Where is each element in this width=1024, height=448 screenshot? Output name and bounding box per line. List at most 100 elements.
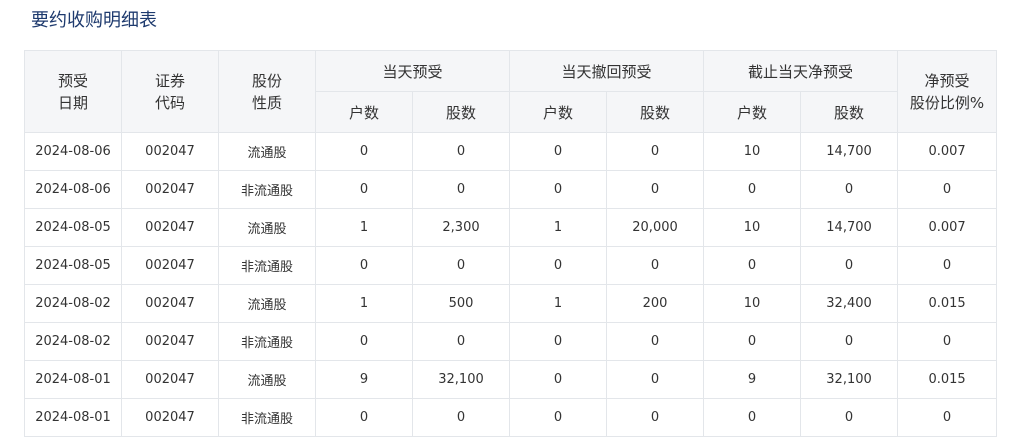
cell-today-shares: 500 [411, 284, 511, 323]
header-group-today: 当天预受 [314, 50, 511, 92]
cell-nature: 流通股 [218, 284, 316, 323]
cell-withdraw-households: 1 [509, 284, 608, 323]
cell-net-shares: 0 [800, 398, 899, 437]
page-title: 要约收购明细表 [31, 10, 157, 31]
cell-date: 2024-08-06 [24, 170, 122, 209]
header-group-withdraw: 当天撤回预受 [509, 50, 705, 92]
cell-net-shares: 32,400 [800, 284, 899, 323]
cell-today-households: 9 [315, 360, 413, 399]
cell-ratio: 0.007 [897, 132, 998, 171]
cell-withdraw-shares: 20,000 [606, 208, 705, 247]
header-nature-line1: 股份 [251, 71, 282, 90]
cell-code: 002047 [121, 246, 219, 285]
header-ratio-line2: 股份比例% [909, 93, 985, 112]
cell-today-shares: 2,300 [411, 208, 511, 247]
cell-withdraw-households: 1 [509, 208, 608, 247]
table-row: 2024-08-01 002047 流通股 9 32,100 0 0 9 32,… [24, 360, 998, 399]
cell-ratio: 0 [897, 322, 998, 361]
header-code-line2: 代码 [154, 93, 185, 112]
cell-withdraw-households: 0 [509, 170, 608, 209]
cell-ratio: 0 [897, 246, 998, 285]
table-row: 2024-08-05 002047 流通股 1 2,300 1 20,000 1… [24, 208, 998, 247]
cell-today-households: 0 [315, 322, 413, 361]
header-date-line1: 预受 [57, 71, 88, 90]
header-net-households: 户数 [703, 91, 802, 133]
cell-code: 002047 [121, 208, 219, 247]
cell-ratio: 0 [897, 170, 998, 209]
cell-net-shares: 14,700 [800, 132, 899, 171]
cell-today-households: 0 [315, 398, 413, 437]
cell-net-shares: 0 [800, 170, 899, 209]
cell-ratio: 0.015 [897, 360, 998, 399]
cell-nature: 流通股 [218, 360, 316, 399]
cell-withdraw-shares: 0 [606, 170, 705, 209]
cell-net-households: 0 [703, 170, 802, 209]
cell-net-shares: 0 [800, 322, 899, 361]
cell-nature: 非流通股 [218, 246, 316, 285]
cell-date: 2024-08-06 [24, 132, 122, 171]
cell-today-shares: 0 [411, 246, 511, 285]
cell-ratio: 0.007 [897, 208, 998, 247]
cell-net-households: 10 [703, 284, 802, 323]
cell-code: 002047 [121, 322, 219, 361]
header-withdraw-households: 户数 [509, 91, 608, 133]
cell-withdraw-shares: 200 [606, 284, 705, 323]
cell-today-shares: 0 [411, 322, 511, 361]
cell-net-households: 0 [703, 398, 802, 437]
table-row: 2024-08-05 002047 非流通股 0 0 0 0 0 0 0 [24, 246, 998, 285]
cell-date: 2024-08-05 [24, 208, 122, 247]
cell-nature: 非流通股 [218, 170, 316, 209]
header-nature: 股份 性质 [218, 50, 316, 133]
cell-code: 002047 [121, 170, 219, 209]
cell-withdraw-households: 0 [509, 132, 608, 171]
cell-date: 2024-08-02 [24, 322, 122, 361]
cell-today-households: 1 [315, 208, 413, 247]
cell-today-households: 0 [315, 170, 413, 209]
header-date: 预受 日期 [24, 50, 122, 133]
cell-today-shares: 0 [411, 170, 511, 209]
cell-ratio: 0 [897, 398, 998, 437]
cell-ratio: 0.015 [897, 284, 998, 323]
cell-withdraw-households: 0 [509, 360, 608, 399]
cell-today-shares: 0 [411, 132, 511, 171]
cell-withdraw-shares: 0 [606, 246, 705, 285]
cell-net-shares: 14,700 [800, 208, 899, 247]
cell-nature: 非流通股 [218, 322, 316, 361]
table-row: 2024-08-02 002047 非流通股 0 0 0 0 0 0 0 [24, 322, 998, 361]
cell-today-households: 0 [315, 132, 413, 171]
cell-withdraw-shares: 0 [606, 132, 705, 171]
cell-code: 002047 [121, 284, 219, 323]
header-group-net: 截止当天净预受 [703, 50, 899, 92]
cell-withdraw-households: 0 [509, 322, 608, 361]
table-row: 2024-08-01 002047 非流通股 0 0 0 0 0 0 0 [24, 398, 998, 437]
cell-withdraw-shares: 0 [606, 360, 705, 399]
cell-withdraw-households: 0 [509, 246, 608, 285]
header-ratio: 净预受 股份比例% [897, 50, 998, 133]
cell-code: 002047 [121, 132, 219, 171]
cell-today-shares: 0 [411, 398, 511, 437]
cell-date: 2024-08-05 [24, 246, 122, 285]
cell-date: 2024-08-01 [24, 398, 122, 437]
table-row: 2024-08-06 002047 非流通股 0 0 0 0 0 0 0 [24, 170, 998, 209]
header-withdraw-shares: 股数 [606, 91, 705, 133]
table-row: 2024-08-02 002047 流通股 1 500 1 200 10 32,… [24, 284, 998, 323]
header-ratio-line1: 净预受 [924, 71, 970, 90]
cell-net-households: 10 [703, 132, 802, 171]
cell-today-households: 0 [315, 246, 413, 285]
cell-today-shares: 32,100 [411, 360, 511, 399]
cell-withdraw-shares: 0 [606, 322, 705, 361]
cell-net-shares: 0 [800, 246, 899, 285]
cell-withdraw-households: 0 [509, 398, 608, 437]
cell-code: 002047 [121, 360, 219, 399]
header-today-households: 户数 [315, 91, 413, 133]
header-code: 证券 代码 [121, 50, 219, 133]
header-nature-line2: 性质 [251, 93, 282, 112]
tender-offer-detail-table: 预受 日期 证券 代码 股份 性质 当天预受 当天撤回预受 截止当天净预受 净预… [24, 50, 998, 437]
header-code-line1: 证券 [154, 71, 185, 90]
cell-nature: 流通股 [218, 132, 316, 171]
cell-nature: 非流通股 [218, 398, 316, 437]
header-today-shares: 股数 [411, 91, 511, 133]
table-row: 2024-08-06 002047 流通股 0 0 0 0 10 14,700 … [24, 132, 998, 171]
cell-net-households: 9 [703, 360, 802, 399]
cell-withdraw-shares: 0 [606, 398, 705, 437]
